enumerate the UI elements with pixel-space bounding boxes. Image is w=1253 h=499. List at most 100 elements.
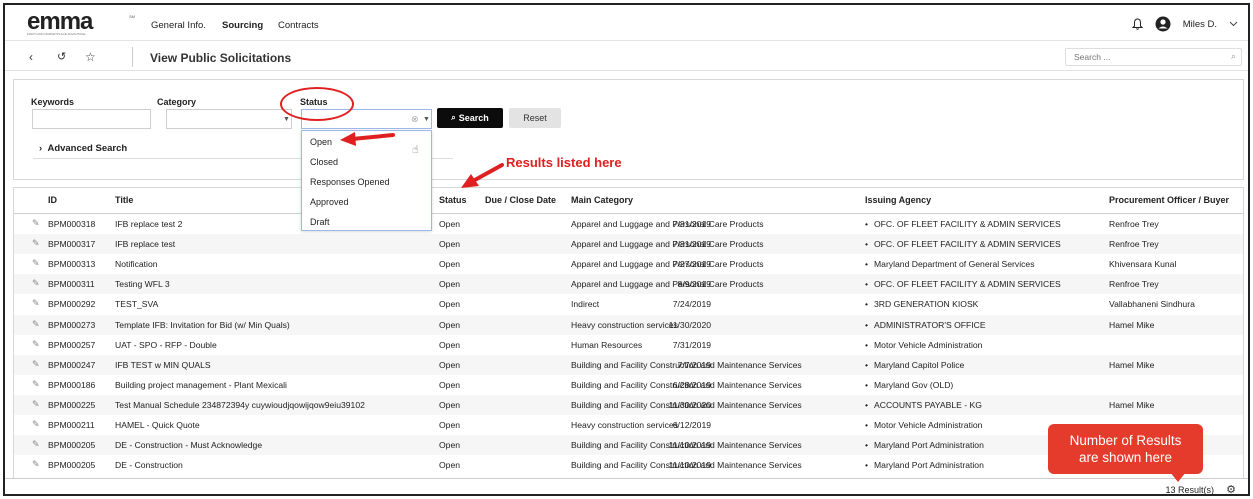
cell-id: BPM000311 — [48, 279, 95, 290]
cell-title[interactable]: IFB TEST w MIN QUALS — [115, 360, 211, 370]
status-option-draft[interactable]: Draft — [310, 217, 330, 227]
status-option-approved[interactable]: Approved — [310, 197, 349, 207]
search-button-label: Search — [458, 113, 489, 123]
cell-status: Open — [439, 399, 461, 410]
cell-issuing-agency: Maryland Port Administration — [874, 440, 984, 451]
global-search-input[interactable] — [1065, 48, 1242, 66]
cell-title[interactable]: DE - Construction - Must Acknowledge — [115, 440, 262, 450]
edit-pencil-icon[interactable]: ✎ — [32, 419, 40, 430]
table-row[interactable]: ✎ BPM000186 Building project management - … — [14, 375, 1243, 395]
caret-down-icon: ▼ — [283, 116, 290, 123]
col-header-issuing-agency[interactable]: Issuing Agency — [865, 195, 931, 205]
cell-main-category: Apparel and Luggage and Personal Care Pr… — [571, 259, 764, 270]
table-row[interactable]: ✎ BPM000257 UAT - SPO - RFP - Double Open 7/… — [14, 335, 1243, 355]
cell-title[interactable]: Notification — [115, 259, 158, 269]
history-icon[interactable]: ↺ — [57, 50, 66, 64]
col-header-main-category[interactable]: Main Category — [571, 195, 633, 205]
cell-title[interactable]: IFB replace test — [115, 239, 175, 249]
callout-line-2: are shown here — [1078, 450, 1173, 465]
cell-issuing-agency: Maryland Gov (OLD) — [874, 379, 954, 390]
status-option-open[interactable]: Open — [310, 137, 332, 147]
bell-icon[interactable] — [1131, 18, 1143, 30]
edit-pencil-icon[interactable]: ✎ — [32, 278, 40, 289]
cell-status: Open — [439, 379, 461, 390]
annotation-callout: Number of Results are shown here — [1048, 424, 1203, 474]
edit-pencil-icon[interactable]: ✎ — [32, 258, 40, 269]
edit-pencil-icon[interactable]: ✎ — [32, 399, 40, 410]
table-row[interactable]: ✎ BPM000318 IFB replace test 2 Open 7/31/201… — [14, 214, 1243, 234]
bullet-icon: • — [865, 359, 869, 370]
col-header-buyer[interactable]: Procurement Officer / Buyer — [1109, 195, 1229, 205]
col-header-title[interactable]: Title — [115, 195, 133, 205]
cell-buyer: Hamel Mike — [1109, 359, 1155, 370]
edit-pencil-icon[interactable]: ✎ — [32, 339, 40, 350]
clear-icon[interactable]: ⊗ — [411, 114, 419, 125]
cell-issuing-agency: Motor Vehicle Administration — [874, 339, 983, 350]
table-row[interactable]: ✎ BPM000292 TEST_SVA Open 7/24/2019 Indirect •… — [14, 294, 1243, 314]
cell-main-category: Apparel and Luggage and Personal Care Pr… — [571, 219, 764, 229]
reset-button[interactable]: Reset — [509, 108, 561, 128]
cell-title[interactable]: Template IFB: Invitation for Bid (w/ Min… — [115, 320, 290, 330]
cell-title[interactable]: Testing WFL 3 — [115, 279, 170, 289]
edit-pencil-icon[interactable]: ✎ — [32, 359, 40, 370]
search-icon[interactable]: ⌕ — [1231, 51, 1236, 62]
status-option-closed[interactable]: Closed — [310, 157, 338, 167]
edit-pencil-icon[interactable]: ✎ — [32, 459, 40, 470]
cell-id: BPM000273 — [48, 319, 96, 330]
bullet-icon: • — [865, 460, 869, 471]
edit-pencil-icon[interactable]: ✎ — [32, 238, 40, 249]
edit-pencil-icon[interactable]: ✎ — [32, 319, 40, 330]
cell-title[interactable]: HAMEL - Quick Quote — [115, 420, 200, 430]
chevron-down-icon[interactable] — [1229, 21, 1238, 27]
edit-pencil-icon[interactable]: ✎ — [32, 218, 40, 229]
search-icon: ⌕ — [451, 113, 456, 122]
back-icon[interactable]: ‹ — [29, 50, 33, 64]
divider — [5, 478, 1248, 479]
nav-general-info[interactable]: General Info. — [151, 20, 206, 31]
col-header-status[interactable]: Status — [439, 195, 467, 205]
status-option-responses-opened[interactable]: Responses Opened — [310, 177, 390, 187]
search-button[interactable]: ⌕ Search — [437, 108, 503, 128]
cell-status: Open — [439, 440, 461, 451]
user-name[interactable]: Miles D. — [1183, 19, 1217, 30]
user-avatar-icon[interactable] — [1155, 16, 1171, 32]
keywords-input[interactable] — [32, 109, 151, 129]
logo-text: emma — [27, 8, 93, 35]
cell-id: BPM000292 — [48, 299, 96, 310]
nav-sourcing[interactable]: Sourcing — [222, 20, 263, 31]
star-icon[interactable]: ☆ — [85, 50, 96, 64]
table-row[interactable]: ✎ BPM000313 Notification Open 7/27/2019 Appar… — [14, 254, 1243, 274]
cell-title[interactable]: UAT - SPO - RFP - Double — [115, 340, 217, 350]
advanced-search-toggle[interactable]: › Advanced Search — [39, 143, 127, 154]
cell-buyer: Vallabhaneni Sindhura — [1109, 299, 1195, 310]
emma-logo[interactable]: emma SM MARYLAND MARKETPLACE ADVANTAGE — [27, 8, 135, 37]
cell-id: BPM000313 — [48, 259, 96, 270]
cell-buyer: Renfroe Trey — [1109, 219, 1159, 229]
top-nav: emma SM MARYLAND MARKETPLACE ADVANTAGE G… — [5, 5, 1248, 41]
edit-pencil-icon[interactable]: ✎ — [32, 379, 40, 390]
page-title: View Public Solicitations — [150, 51, 292, 65]
cell-buyer: Hamel Mike — [1109, 399, 1155, 410]
cell-issuing-agency: ADMINISTRATOR'S OFFICE — [874, 319, 986, 330]
cell-title[interactable]: Test Manual Schedule 234872394y cuywioud… — [115, 400, 365, 410]
table-row[interactable]: ✎ BPM000225 Test Manual Schedule 234872394… — [14, 394, 1243, 415]
cell-title[interactable]: TEST_SVA — [115, 299, 158, 309]
table-row[interactable]: ✎ BPM000311 Testing WFL 3 Open 8/9/2019 Appar… — [14, 274, 1243, 295]
cell-issuing-agency: 3RD GENERATION KIOSK — [874, 299, 979, 310]
category-select[interactable]: ▼ — [166, 109, 292, 129]
edit-pencil-icon[interactable]: ✎ — [32, 439, 40, 450]
user-area: Miles D. — [1131, 14, 1238, 34]
cell-title[interactable]: IFB replace test 2 — [115, 219, 182, 229]
col-header-due-date[interactable]: Due / Close Date — [485, 195, 556, 205]
nav-contracts[interactable]: Contracts — [278, 20, 319, 31]
cell-title[interactable]: DE - Construction — [115, 460, 183, 470]
col-header-id[interactable]: ID — [48, 195, 57, 205]
cell-title[interactable]: Building project management - Plant Mexi… — [115, 380, 287, 390]
table-row[interactable]: ✎ BPM000247 IFB TEST w MIN QUALS Open 7/7/20… — [14, 354, 1243, 375]
edit-pencil-icon[interactable]: ✎ — [32, 298, 40, 309]
annotation-ellipse — [280, 87, 354, 121]
gear-icon[interactable]: ⚙ — [1226, 483, 1236, 494]
bullet-icon: • — [865, 219, 869, 229]
table-row[interactable]: ✎ BPM000317 IFB replace test Open 7/31/2019 A… — [14, 234, 1243, 255]
table-row[interactable]: ✎ BPM000273 Template IFB: Invitation for B… — [14, 314, 1243, 335]
